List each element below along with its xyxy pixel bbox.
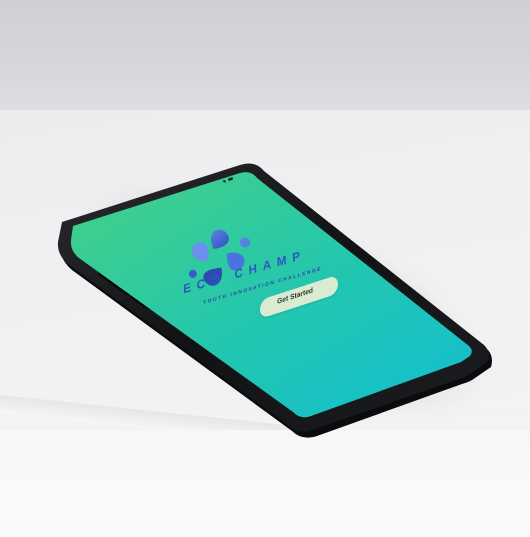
photo-scene: ECO CHAMP YOUTH INNOVATION CHALLENGE Get…: [0, 0, 530, 537]
